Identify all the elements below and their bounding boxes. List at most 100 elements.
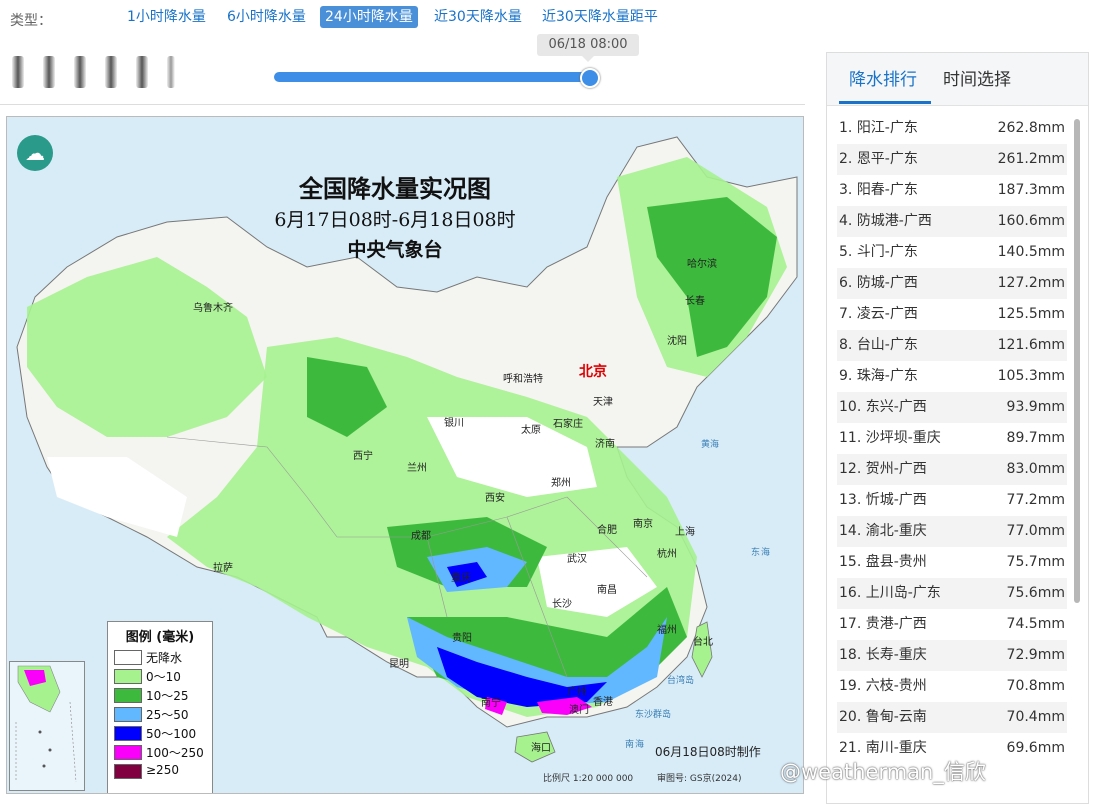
- station-name: 渝北-重庆: [865, 523, 927, 539]
- city-label: 南昌: [597, 585, 617, 596]
- type-label: 类型：: [10, 13, 52, 29]
- rank-number: 19.: [839, 678, 862, 694]
- legend-label: 25～50: [146, 708, 189, 722]
- city-label: 长沙: [552, 599, 572, 610]
- ranking-list: 1. 阳江-广东 262.8mm 2. 恩平-广东 261.2mm 3. 阳春-广东…: [837, 113, 1067, 764]
- legend-row: 无降水: [108, 647, 212, 666]
- tab-30d-anomaly[interactable]: 近30天降水量距平: [537, 6, 663, 28]
- legend-label: 0～10: [146, 670, 181, 684]
- station-name: 鲁甸-云南: [865, 709, 927, 725]
- legend-swatch: [114, 764, 142, 779]
- precipitation-value: 105.3mm: [997, 368, 1065, 384]
- city-label: 昆明: [389, 659, 409, 670]
- ranking-row[interactable]: 14. 渝北-重庆 77.0mm: [837, 516, 1067, 547]
- ranking-row[interactable]: 5. 斗门-广东 140.5mm: [837, 237, 1067, 268]
- legend-label: ≥250: [146, 763, 179, 777]
- legend-row: 0～10: [108, 666, 212, 685]
- precipitation-value: 70.4mm: [1006, 709, 1065, 725]
- city-label: 台北: [693, 637, 713, 648]
- tab-precipitation-ranking[interactable]: 降水排行: [849, 65, 917, 90]
- tab-24h-precipitation[interactable]: 24小时降水量: [320, 6, 418, 28]
- cma-logo-icon: ☁: [17, 135, 53, 171]
- ranking-row[interactable]: 4. 防城港-广西 160.6mm: [837, 206, 1067, 237]
- ranking-row[interactable]: 10. 东兴-广西 93.9mm: [837, 392, 1067, 423]
- city-label: 呼和浩特: [503, 374, 543, 385]
- frame-thumbnail[interactable]: [12, 56, 24, 88]
- ranking-row[interactable]: 13. 忻城-广西 77.2mm: [837, 485, 1067, 516]
- sea-label: 东: [751, 548, 761, 558]
- city-label: 拉萨: [213, 563, 233, 574]
- ranking-row[interactable]: 3. 阳春-广东 187.3mm: [837, 175, 1067, 206]
- ranking-row[interactable]: 15. 盘县-贵州 75.7mm: [837, 547, 1067, 578]
- legend-label: 100～250: [146, 746, 204, 760]
- ranking-row[interactable]: 8. 台山-广东 121.6mm: [837, 330, 1067, 361]
- frame-thumbnail[interactable]: [105, 56, 117, 88]
- ranking-row[interactable]: 6. 防城-广西 127.2mm: [837, 268, 1067, 299]
- precipitation-type-bar: 类型： 1小时降水量 6小时降水量 24小时降水量 近30天降水量 近30天降水…: [0, 0, 820, 36]
- time-slider-handle[interactable]: [580, 68, 600, 88]
- precipitation-value: 69.6mm: [1006, 740, 1065, 756]
- tab-30d-precipitation[interactable]: 近30天降水量: [429, 6, 527, 28]
- ranking-row[interactable]: 1. 阳江-广东 262.8mm: [837, 113, 1067, 144]
- city-label: 武汉: [567, 554, 587, 565]
- station-name: 防城-广西: [856, 275, 918, 291]
- ranking-row[interactable]: 19. 六枝-贵州 70.8mm: [837, 671, 1067, 702]
- precipitation-value: 72.9mm: [1006, 647, 1065, 663]
- precipitation-value: 187.3mm: [997, 182, 1065, 198]
- station-name: 防城港-广西: [856, 213, 932, 229]
- tab-1h-precipitation[interactable]: 1小时降水量: [122, 6, 211, 28]
- tab-6h-precipitation[interactable]: 6小时降水量: [222, 6, 311, 28]
- station-name: 阳春-广东: [856, 182, 918, 198]
- sea-label: 海: [761, 548, 771, 558]
- time-slider-area: 06/18 08:00: [0, 34, 805, 105]
- city-label: 哈尔滨: [687, 259, 717, 270]
- frame-thumbnail[interactable]: [167, 56, 175, 88]
- rank-number: 15.: [839, 554, 862, 570]
- rank-number: 17.: [839, 616, 862, 632]
- city-label: 沈阳: [667, 336, 687, 347]
- city-label: 石家庄: [553, 419, 583, 430]
- rank-number: 9.: [839, 368, 853, 384]
- rank-number: 13.: [839, 492, 862, 508]
- frame-thumbnail[interactable]: [74, 56, 86, 88]
- precipitation-value: 89.7mm: [1006, 430, 1065, 446]
- sea-label: 东沙群岛: [635, 710, 672, 720]
- frame-thumbnail[interactable]: [43, 56, 55, 88]
- precipitation-value: 121.6mm: [997, 337, 1065, 353]
- station-name: 阳江-广东: [856, 120, 918, 136]
- city-label: 重庆: [451, 573, 471, 584]
- ranking-row[interactable]: 16. 上川岛-广东 75.6mm: [837, 578, 1067, 609]
- ranking-scrollbar[interactable]: [1074, 119, 1080, 603]
- precipitation-value: 140.5mm: [997, 244, 1065, 260]
- station-name: 贵港-广西: [865, 616, 927, 632]
- ranking-row[interactable]: 12. 贺州-广西 83.0mm: [837, 454, 1067, 485]
- ranking-row[interactable]: 17. 贵港-广西 74.5mm: [837, 609, 1067, 640]
- station-name: 凌云-广西: [856, 306, 918, 322]
- legend-swatch: [114, 688, 142, 703]
- ranking-row[interactable]: 20. 鲁甸-云南 70.4mm: [837, 702, 1067, 733]
- legend-row: 50～100: [108, 723, 212, 742]
- station-name: 忻城-广西: [865, 492, 927, 508]
- ranking-row[interactable]: 9. 珠海-广东 105.3mm: [837, 361, 1067, 392]
- tab-time-selection[interactable]: 时间选择: [943, 65, 1011, 90]
- rank-number: 18.: [839, 647, 862, 663]
- rank-number: 14.: [839, 523, 862, 539]
- rank-number: 2.: [839, 151, 853, 167]
- rank-number: 8.: [839, 337, 853, 353]
- rank-number: 6.: [839, 275, 853, 291]
- frame-thumbnail[interactable]: [136, 56, 148, 88]
- city-label: 澳门: [569, 705, 589, 716]
- map-scale: 比例尺 1:20 000 000: [543, 774, 634, 784]
- ranking-row[interactable]: 2. 恩平-广东 261.2mm: [837, 144, 1067, 175]
- rank-number: 12.: [839, 461, 862, 477]
- station-name: 斗门-广东: [856, 244, 918, 260]
- city-label: 广州: [567, 687, 587, 698]
- legend-swatch: [114, 669, 142, 684]
- ranking-row[interactable]: 11. 沙坪坝-重庆 89.7mm: [837, 423, 1067, 454]
- precipitation-value: 83.0mm: [1006, 461, 1065, 477]
- city-label: 上海: [675, 527, 695, 538]
- ranking-row[interactable]: 7. 凌云-广西 125.5mm: [837, 299, 1067, 330]
- ranking-row[interactable]: 18. 长寿-重庆 72.9mm: [837, 640, 1067, 671]
- legend-label: 50～100: [146, 727, 197, 741]
- time-slider-track[interactable]: [274, 72, 592, 82]
